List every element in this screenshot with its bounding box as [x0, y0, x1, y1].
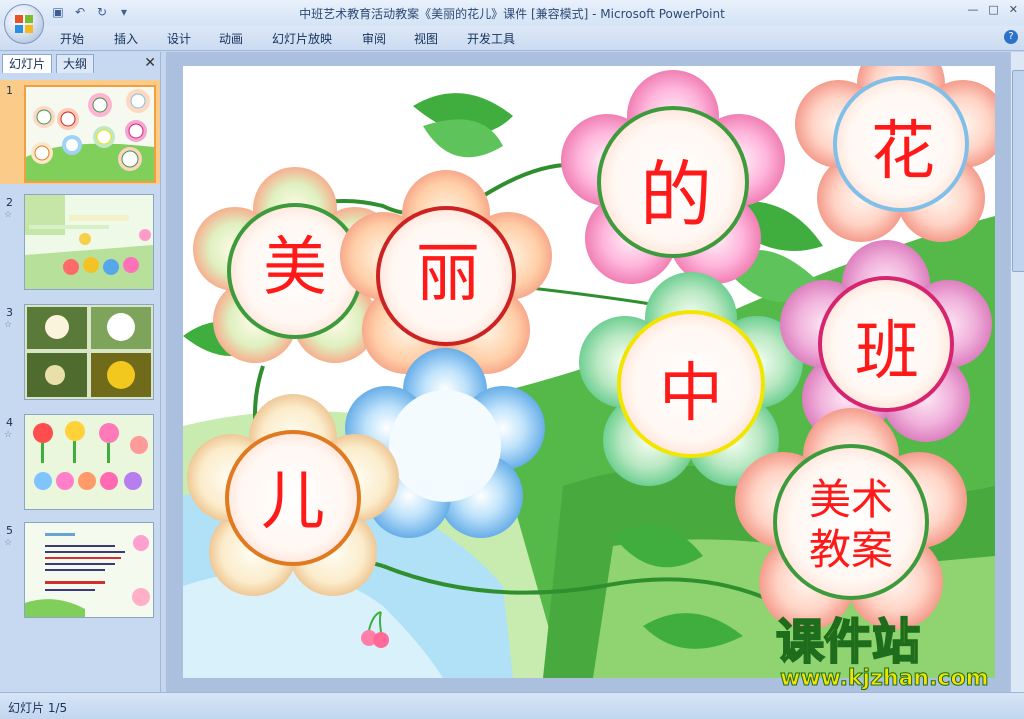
pane-tabs: 幻灯片 大纲 ✕ — [2, 54, 158, 73]
watermark-brand: 课件站 — [775, 613, 921, 671]
thumbnail-preview — [24, 304, 154, 400]
status-bar: 幻灯片 1/5 — [0, 692, 1024, 719]
slide-number: 4 — [6, 416, 13, 429]
tab-insert[interactable]: 插入 — [114, 30, 138, 47]
minimize-icon[interactable]: — — [967, 3, 978, 16]
vertical-scrollbar[interactable] — [1010, 52, 1024, 692]
close-pane-icon[interactable]: ✕ — [144, 55, 156, 71]
slide-number: 2 — [6, 196, 13, 209]
slides-pane: 幻灯片 大纲 ✕ 1 2 ☆ 3 ☆ 4 ☆ 5 ☆ — [0, 52, 161, 692]
char-ban: 班 — [855, 315, 919, 389]
window-title: 中班艺术教育活动教案《美丽的花儿》课件 [兼容模式] - Microsoft P… — [299, 7, 725, 21]
title-bar: ▣ ↶ ↻ ▾ 中班艺术教育活动教案《美丽的花儿》课件 [兼容模式] - Mic… — [0, 0, 1024, 26]
slide-thumbnail-5[interactable]: 5 ☆ — [0, 520, 160, 620]
tab-slides[interactable]: 幻灯片 — [2, 54, 53, 73]
char-hua: 花 — [871, 115, 935, 189]
window-controls: — □ ✕ — [967, 3, 1018, 16]
close-icon[interactable]: ✕ — [1009, 3, 1018, 16]
slide-thumbnail-4[interactable]: 4 ☆ — [0, 412, 160, 512]
slide-thumbnail-1[interactable]: 1 — [0, 80, 160, 184]
thumbnail-preview — [24, 414, 154, 510]
animation-star-icon: ☆ — [4, 430, 13, 440]
thumbnail-preview — [24, 194, 154, 290]
slide-thumbnail-2[interactable]: 2 ☆ — [0, 192, 160, 292]
office-logo-icon — [15, 15, 33, 33]
tab-home[interactable]: 开始 — [60, 30, 84, 47]
slide-canvas[interactable]: 美 丽 的 花 中 班 儿 美术 教案 — [183, 66, 995, 678]
slide-thumbnail-3[interactable]: 3 ☆ — [0, 302, 160, 402]
char-de: 的 — [639, 153, 712, 237]
label-meishu: 美术 — [808, 475, 893, 524]
tab-slideshow[interactable]: 幻灯片放映 — [272, 30, 332, 47]
thumbnail-preview — [24, 85, 156, 183]
thumbnail-preview — [24, 522, 154, 618]
tab-developer[interactable]: 开发工具 — [467, 30, 515, 47]
ribbon-tabs: 开始 插入 设计 动画 幻灯片放映 审阅 视图 开发工具 — [0, 26, 1024, 51]
char-mei: 美 — [263, 231, 327, 305]
slide-counter: 幻灯片 1/5 — [8, 701, 68, 715]
slide-number: 5 — [6, 524, 13, 537]
label-jiaoan: 教案 — [808, 525, 893, 574]
slide-number: 3 — [6, 306, 13, 319]
tab-review[interactable]: 审阅 — [362, 30, 386, 47]
thumbnail-list: 1 2 ☆ 3 ☆ 4 ☆ 5 ☆ — [0, 76, 160, 676]
scrollbar-thumb[interactable] — [1012, 70, 1024, 272]
tab-outline[interactable]: 大纲 — [56, 54, 95, 73]
tab-view[interactable]: 视图 — [414, 30, 438, 47]
office-button[interactable] — [4, 4, 44, 44]
animation-star-icon: ☆ — [4, 538, 13, 548]
animation-star-icon: ☆ — [4, 210, 13, 220]
watermark-url: www.kjzhan.com — [780, 666, 990, 692]
tab-animations[interactable]: 动画 — [219, 30, 243, 47]
animation-star-icon: ☆ — [4, 320, 13, 330]
char-zhong: 中 — [659, 357, 723, 431]
tab-design[interactable]: 设计 — [167, 30, 191, 47]
restore-icon[interactable]: □ — [988, 3, 998, 16]
slide-number: 1 — [6, 84, 13, 97]
char-er: 儿 — [261, 465, 325, 539]
help-icon[interactable]: ? — [1004, 30, 1018, 44]
char-li: 丽 — [416, 237, 480, 311]
